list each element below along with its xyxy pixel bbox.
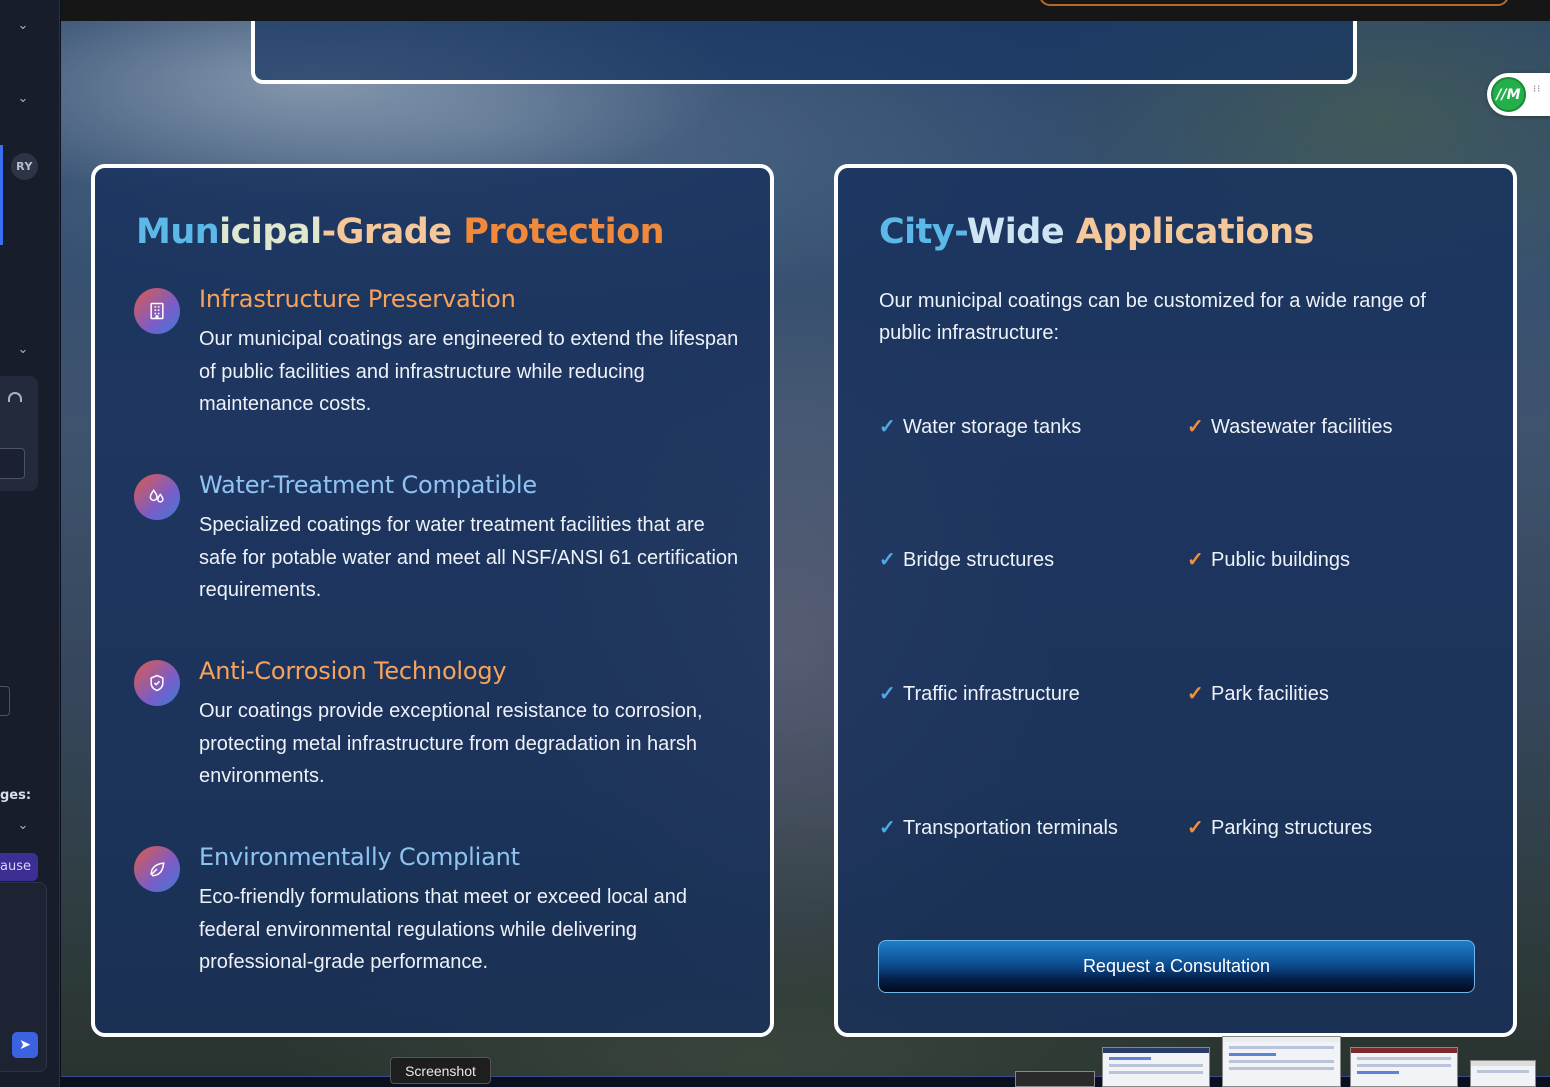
check-icon: ✓ <box>879 549 896 571</box>
input-box[interactable] <box>0 448 25 479</box>
window-thumbnail[interactable] <box>1015 1071 1095 1087</box>
feature-title: Anti-Corrosion Technology <box>199 657 507 685</box>
window-thumbnail[interactable] <box>1222 1036 1341 1087</box>
request-consultation-button[interactable]: Request a Consultation <box>878 940 1475 993</box>
card-title: City-Wide Applications <box>879 212 1314 252</box>
building-icon <box>134 288 180 334</box>
window-thumbnail[interactable] <box>1102 1047 1210 1087</box>
feature-title: Infrastructure Preservation <box>199 285 516 313</box>
feature-text: Our coatings provide exceptional resista… <box>199 700 703 787</box>
application-item: ✓ Traffic infrastructure <box>879 683 1080 705</box>
feature-title: Environmentally Compliant <box>199 843 520 871</box>
application-item: ✓ Bridge structures <box>879 549 1055 571</box>
check-icon: ✓ <box>1187 416 1204 438</box>
chevron-down-icon[interactable]: ⌄ <box>17 19 29 32</box>
send-icon[interactable]: ➤ <box>12 1032 38 1058</box>
application-item: ✓ Wastewater facilities <box>1187 416 1393 438</box>
feature-text: Our municipal coatings are engineered to… <box>199 328 739 415</box>
gauge-icon[interactable] <box>8 392 22 402</box>
droplets-icon <box>134 474 180 520</box>
application-item: ✓ Public buildings <box>1187 549 1350 571</box>
active-rail <box>0 145 3 245</box>
window-thumbnail[interactable] <box>1350 1047 1458 1087</box>
window-thumbnail[interactable] <box>1470 1060 1536 1087</box>
brand-logo-icon[interactable]: //M <box>1491 77 1526 112</box>
chevron-down-icon[interactable]: ⌄ <box>17 343 29 356</box>
application-item: ✓ Water storage tanks <box>879 416 1082 438</box>
input-box[interactable] <box>0 686 10 716</box>
check-icon: ✓ <box>1187 817 1204 839</box>
avatar[interactable]: RY <box>11 153 38 180</box>
leaf-icon <box>134 846 180 892</box>
check-icon: ✓ <box>1187 683 1204 705</box>
protection-card: Municipal-Grade Protection Infrastructur… <box>91 164 774 1037</box>
feature-text: Eco-friendly formulations that meet or e… <box>199 886 688 973</box>
pause-button[interactable]: ause <box>0 853 38 881</box>
intro-text: Our municipal coatings can be customized… <box>879 290 1426 344</box>
check-icon: ✓ <box>879 683 896 705</box>
top-bar <box>61 0 1550 21</box>
applications-card: City-Wide Applications Our municipal coa… <box>834 164 1517 1037</box>
application-item: ✓ Transportation terminals <box>879 817 1118 839</box>
editor-sidebar: ⌄ ⌄ RY ⌄ ges: ⌄ ause ➤ <box>0 0 60 1087</box>
application-item: ✓ Park facilities <box>1187 683 1329 705</box>
top-pill[interactable] <box>1039 0 1509 6</box>
section-label: ges: <box>0 788 32 803</box>
chevron-down-icon[interactable]: ⌄ <box>17 819 29 832</box>
card-title: Municipal-Grade Protection <box>136 212 665 252</box>
floating-widget[interactable]: //M ⁝⁝ <box>1487 73 1550 116</box>
feature-title: Water-Treatment Compatible <box>199 471 537 499</box>
settings-panel <box>0 376 38 491</box>
check-icon: ✓ <box>879 817 896 839</box>
drag-handle-icon[interactable]: ⁝⁝ <box>1533 85 1541 95</box>
page-preview: Municipal-Grade Protection Infrastructur… <box>61 0 1550 1076</box>
shield-check-icon <box>134 660 180 706</box>
check-icon: ✓ <box>1187 549 1204 571</box>
screenshot-tooltip: Screenshot <box>390 1057 491 1084</box>
check-icon: ✓ <box>879 416 896 438</box>
application-item: ✓ Parking structures <box>1187 817 1373 839</box>
chevron-down-icon[interactable]: ⌄ <box>17 92 29 105</box>
feature-text: Specialized coatings for water treatment… <box>199 514 739 601</box>
